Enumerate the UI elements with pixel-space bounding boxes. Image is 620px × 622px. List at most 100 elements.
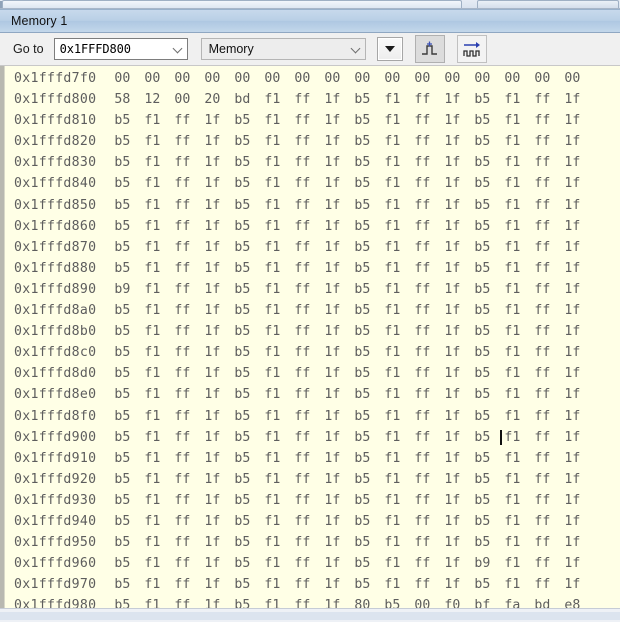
hex-byte-cell[interactable]: f1 [144,490,174,511]
hex-byte-cell[interactable]: ff [294,237,324,258]
hex-byte-cell[interactable]: ff [174,237,204,258]
hex-byte-cell[interactable]: 1f [444,448,474,469]
hex-byte-cell[interactable]: 1f [204,279,234,300]
hex-byte-cell[interactable]: b5 [474,574,504,595]
hex-row[interactable]: 0x1fffd950b5f1ff1fb5f1ff1fb5f1ff1fb5f1ff… [4,532,620,553]
hex-byte-cell[interactable]: ff [534,152,564,173]
hex-byte-cell[interactable]: f1 [144,448,174,469]
hex-byte-cell[interactable]: f1 [144,427,174,448]
hex-byte-cell[interactable]: 1f [444,384,474,405]
hex-byte-cell[interactable]: 1f [564,173,594,194]
hex-byte-cell[interactable]: f1 [384,532,414,553]
hex-byte-cell[interactable]: ff [174,448,204,469]
hex-byte-cell[interactable]: b5 [114,300,144,321]
hex-byte-cell[interactable]: 1f [204,321,234,342]
hex-byte-cell[interactable]: 00 [294,68,324,89]
hex-byte-cell[interactable]: f1 [504,532,534,553]
hex-byte-cell[interactable]: b5 [234,279,264,300]
hex-byte-cell[interactable]: b5 [114,321,144,342]
hex-byte-cell[interactable]: 1f [324,89,354,110]
hex-byte-cell[interactable]: ff [534,448,564,469]
hex-byte-cell[interactable]: ff [534,384,564,405]
hex-byte-cell[interactable]: f1 [144,553,174,574]
hex-byte-cell[interactable]: b5 [354,342,384,363]
hex-byte-cell[interactable]: 00 [144,68,174,89]
hex-byte-cell[interactable]: f1 [384,469,414,490]
hex-byte-cell[interactable]: f1 [264,173,294,194]
hex-byte-cell[interactable]: 1f [324,532,354,553]
address-input-value[interactable]: 0x1FFFD800 [55,42,131,56]
hex-byte-cell[interactable]: b5 [354,216,384,237]
hex-byte-cell[interactable]: 1f [324,216,354,237]
hex-byte-cell[interactable]: 1f [324,595,354,608]
hex-byte-cell[interactable]: b5 [114,195,144,216]
chevron-down-icon[interactable] [350,44,360,54]
hex-row[interactable]: 0x1fffd80058120020bdf1ff1fb5f1ff1fb5f1ff… [4,89,620,110]
hex-byte-cell[interactable]: b9 [114,279,144,300]
hex-byte-cell[interactable]: 20 [204,89,234,110]
hex-byte-cell[interactable]: f1 [384,321,414,342]
hex-byte-cell[interactable]: ff [294,279,324,300]
hex-byte-cell[interactable]: 1f [444,427,474,448]
hex-byte-cell[interactable]: 1f [444,89,474,110]
hex-byte-cell[interactable]: ff [534,363,564,384]
hex-byte-cell[interactable]: f1 [504,427,534,448]
hex-row[interactable]: 0x1fffd880b5f1ff1fb5f1ff1fb5f1ff1fb5f1ff… [4,258,620,279]
hex-byte-cell[interactable]: f1 [144,237,174,258]
hex-byte-cell[interactable]: 1f [564,553,594,574]
hex-byte-cell[interactable]: b5 [114,490,144,511]
hex-byte-cell[interactable]: ff [174,173,204,194]
hex-byte-cell[interactable]: ff [174,110,204,131]
hex-byte-cell[interactable]: ff [174,363,204,384]
hex-byte-cell[interactable]: ff [174,469,204,490]
hex-byte-cell[interactable]: b5 [354,384,384,405]
hex-byte-cell[interactable]: 1f [444,342,474,363]
hex-byte-cell[interactable]: 1f [324,300,354,321]
hex-byte-cell[interactable]: b5 [354,131,384,152]
hex-byte-cell[interactable]: ff [294,131,324,152]
pulse-train-button[interactable] [457,35,487,63]
hex-byte-cell[interactable]: 00 [204,68,234,89]
hex-byte-cell[interactable]: ff [294,152,324,173]
hex-row[interactable]: 0x1fffd850b5f1ff1fb5f1ff1fb5f1ff1fb5f1ff… [4,195,620,216]
hex-byte-cell[interactable]: e8 [564,595,594,608]
hex-byte-cell[interactable]: f1 [144,110,174,131]
hex-byte-cell[interactable]: ff [174,342,204,363]
hex-byte-cell[interactable]: 1f [324,195,354,216]
hex-byte-cell[interactable]: 1f [564,131,594,152]
hex-byte-cell[interactable]: ff [414,216,444,237]
hex-byte-cell[interactable]: b5 [114,131,144,152]
hex-byte-cell[interactable]: b5 [234,427,264,448]
hex-row[interactable]: 0x1fffd890b9f1ff1fb5f1ff1fb5f1ff1fb5f1ff… [4,279,620,300]
hex-byte-cell[interactable]: 00 [474,68,504,89]
hex-byte-cell[interactable]: f1 [384,363,414,384]
hex-byte-cell[interactable]: b5 [474,131,504,152]
hex-byte-cell[interactable]: ff [414,384,444,405]
hex-byte-cell[interactable]: ff [414,469,444,490]
hex-byte-cell[interactable]: f1 [384,131,414,152]
hex-byte-cell[interactable]: f1 [504,490,534,511]
hex-byte-cell[interactable]: ff [414,553,444,574]
hex-byte-cell[interactable]: 1f [324,406,354,427]
hex-byte-cell[interactable]: f1 [504,237,534,258]
hex-byte-cell[interactable]: f1 [504,448,534,469]
hex-byte-cell[interactable]: b5 [234,511,264,532]
hex-byte-cell[interactable]: b5 [354,553,384,574]
hex-byte-cell[interactable]: 1f [444,511,474,532]
hex-row[interactable]: 0x1fffd830b5f1ff1fb5f1ff1fb5f1ff1fb5f1ff… [4,152,620,173]
hex-byte-cell[interactable]: b5 [354,300,384,321]
hex-byte-cell[interactable]: 1f [564,511,594,532]
hex-byte-cell[interactable]: f1 [264,427,294,448]
hex-byte-cell[interactable]: ff [414,363,444,384]
hex-byte-cell[interactable]: f1 [144,384,174,405]
hex-byte-cell[interactable]: b9 [474,553,504,574]
hex-byte-cell[interactable]: b5 [354,152,384,173]
hex-byte-cell[interactable]: ff [534,237,564,258]
hex-byte-cell[interactable]: f1 [264,490,294,511]
hex-byte-cell[interactable]: f1 [144,406,174,427]
hex-byte-cell[interactable]: f1 [504,89,534,110]
hex-byte-cell[interactable]: 1f [204,384,234,405]
hex-byte-cell[interactable]: f1 [264,532,294,553]
hex-byte-cell[interactable]: f1 [504,216,534,237]
hex-byte-cell[interactable]: 1f [564,237,594,258]
